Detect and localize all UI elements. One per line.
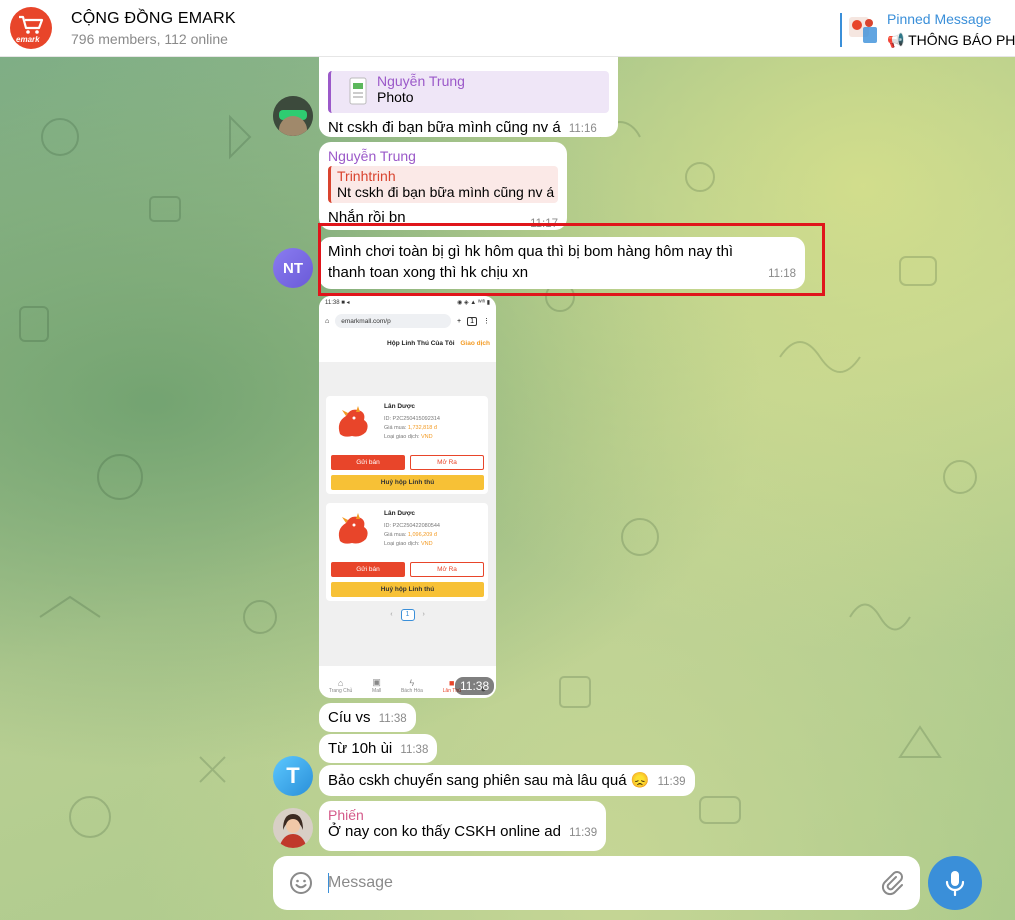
cancel-box-button: Huỷ hộp Linh thú (331, 582, 484, 597)
sell-button: Gửi bán (331, 455, 405, 470)
pager-current: 1 (400, 609, 415, 621)
card-price-label: Giá mua: (384, 425, 407, 431)
message-input[interactable] (328, 870, 848, 896)
pinned-message-text[interactable]: 📢 THÔNG BÁO PHẢ (887, 32, 1015, 49)
nav-home: ⌂ Trang Chủ (328, 678, 353, 694)
chat-header[interactable]: emark CỘNG ĐỒNG EMARK 796 members, 112 o… (0, 0, 1015, 57)
product-card: Lân Dược ID: P2C250422080544 Giá mua: 1,… (326, 503, 488, 601)
avatar-nt[interactable]: NT (273, 248, 313, 288)
page-link: Giao dịch (460, 340, 490, 347)
status-time: 11:38 ■ ◂ (325, 300, 350, 306)
card-type: VND (421, 434, 433, 440)
pinned-message-label[interactable]: Pinned Message (887, 11, 991, 27)
user-photo-icon (273, 96, 313, 136)
page-header: Hộp Linh Thú Của Tôi Giao dịch (319, 332, 496, 362)
message-bubble[interactable]: Bảo cskh chuyển sang phiên sau mà lâu qu… (319, 765, 695, 796)
card-id: ID: P2C250422080544 (384, 523, 440, 529)
message-text: Bảo cskh chuyển sang phiên sau mà lâu qu… (328, 772, 650, 789)
emoji-icon[interactable] (289, 871, 313, 895)
message-bubble[interactable]: Cíu vs 11:38 (319, 703, 416, 732)
voice-record-button[interactable] (928, 856, 982, 910)
card-title: Lân Dược (384, 403, 415, 410)
microphone-icon (945, 871, 965, 896)
user-photo-icon (273, 808, 313, 848)
pager-next: › (422, 611, 425, 618)
avatar-t[interactable]: T (273, 756, 313, 796)
new-tab-icon: + (457, 317, 462, 325)
group-title[interactable]: CỘNG ĐỒNG EMARK (71, 10, 236, 28)
nav-mall: ▣ Mall (372, 677, 382, 694)
photo-thumbnail-icon (349, 77, 367, 105)
reply-text: Nt cskh đi bạn bữa mình cũng nv á (337, 184, 555, 200)
photo-message[interactable]: 11:38 ■ ◂ ◉ ◈ ▲ ᵂᴵᶠᴵ ▮ ⌂ emarkmall.com/p… (319, 296, 496, 698)
highlight-annotation-box (318, 223, 825, 296)
reply-sender: Trinhtrinh (337, 168, 396, 184)
attach-icon[interactable] (880, 870, 904, 896)
message-time: 11:39 (657, 776, 686, 788)
browser-url-bar: ⌂ emarkmall.com/p + 1 ⋮ (319, 310, 496, 332)
sell-button: Gửi bán (331, 562, 405, 577)
card-type-label: Loại giao dịch: (384, 434, 420, 440)
card-price: 1,096,209 đ (407, 532, 437, 538)
message-bubble[interactable]: Nguyễn Trung Trinhtrinh Nt cskh đi bạn b… (319, 142, 567, 230)
pinned-divider (840, 13, 842, 47)
message-time: 11:16 (568, 123, 597, 135)
dragon-icon (338, 513, 368, 544)
message-bubble[interactable]: Từ 10h ùi 11:38 (319, 734, 438, 763)
page-title: Hộp Linh Thú Của Tôi (387, 340, 455, 347)
card-type-label: Loại giao dịch: (384, 541, 420, 547)
message-bubble[interactable]: Phiến Ở nay con ko thấy CSKH online ad 1… (319, 801, 607, 851)
text-caret (328, 873, 329, 893)
message-bubble[interactable]: Nguyễn Trung Photo Nt cskh đi bạn bữa mì… (319, 57, 618, 137)
more-icon: ⋮ (483, 318, 490, 325)
reply-sender: Nguyễn Trung (377, 73, 465, 89)
open-button: Mở Ra (410, 455, 484, 470)
avatar-phien[interactable] (273, 808, 313, 848)
card-type: VND (421, 541, 433, 547)
message-time: 11:38 (378, 713, 407, 725)
reply-box[interactable]: Nguyễn Trung Photo (328, 71, 609, 113)
cart-icon (19, 15, 44, 34)
message-text: Ở nay con ko thấy CSKH online ad (328, 823, 561, 840)
phone-status-bar: 11:38 ■ ◂ ◉ ◈ ▲ ᵂᴵᶠᴵ ▮ (319, 296, 496, 310)
avatar-initial: T (286, 763, 300, 788)
message-text: Cíu vs (328, 709, 371, 726)
product-card: Lân Dược ID: P2C250415092314 Giá mua: 1,… (326, 396, 488, 494)
pagination: ‹ 1 › (319, 609, 496, 621)
group-avatar[interactable]: emark (10, 7, 52, 49)
pinned-thumbnail[interactable] (847, 13, 879, 47)
cancel-box-button: Huỷ hộp Linh thú (331, 475, 484, 490)
message-text: Nt cskh đi bạn bữa mình cũng nv á (328, 119, 561, 136)
url-field: emarkmall.com/p (335, 314, 451, 328)
member-count: 796 members, 112 online (71, 31, 228, 47)
avatar-trinhtrinh[interactable] (273, 96, 313, 136)
sender-name[interactable]: Nguyễn Trung (328, 148, 558, 164)
photo-time: 11:38 (455, 677, 495, 695)
nav-grocery: ϟ Bách Hóa (400, 678, 423, 694)
card-price-label: Giá mua: (384, 532, 407, 538)
tab-count: 1 (467, 316, 477, 326)
open-button: Mở Ra (410, 562, 484, 577)
home-icon: ⌂ (325, 317, 330, 325)
card-id: ID: P2C250415092314 (384, 416, 440, 422)
status-icons: ◉ ◈ ▲ ᵂᴵᶠᴵ ▮ (457, 300, 490, 306)
dragon-icon (338, 406, 368, 437)
message-time: 11:38 (400, 744, 429, 756)
message-time: 11:39 (569, 827, 598, 839)
reply-text: Photo (377, 89, 414, 105)
reply-box[interactable]: Trinhtrinh Nt cskh đi bạn bữa mình cũng … (328, 166, 558, 203)
pager-prev: ‹ (390, 611, 393, 618)
sender-name[interactable]: Phiến (328, 807, 597, 823)
brand-logo-text: emark (16, 35, 40, 44)
card-price: 1,732,818 đ (407, 425, 437, 431)
message-text: Từ 10h ùi (328, 740, 393, 757)
card-title: Lân Dược (384, 510, 415, 517)
message-composer[interactable] (273, 856, 920, 910)
